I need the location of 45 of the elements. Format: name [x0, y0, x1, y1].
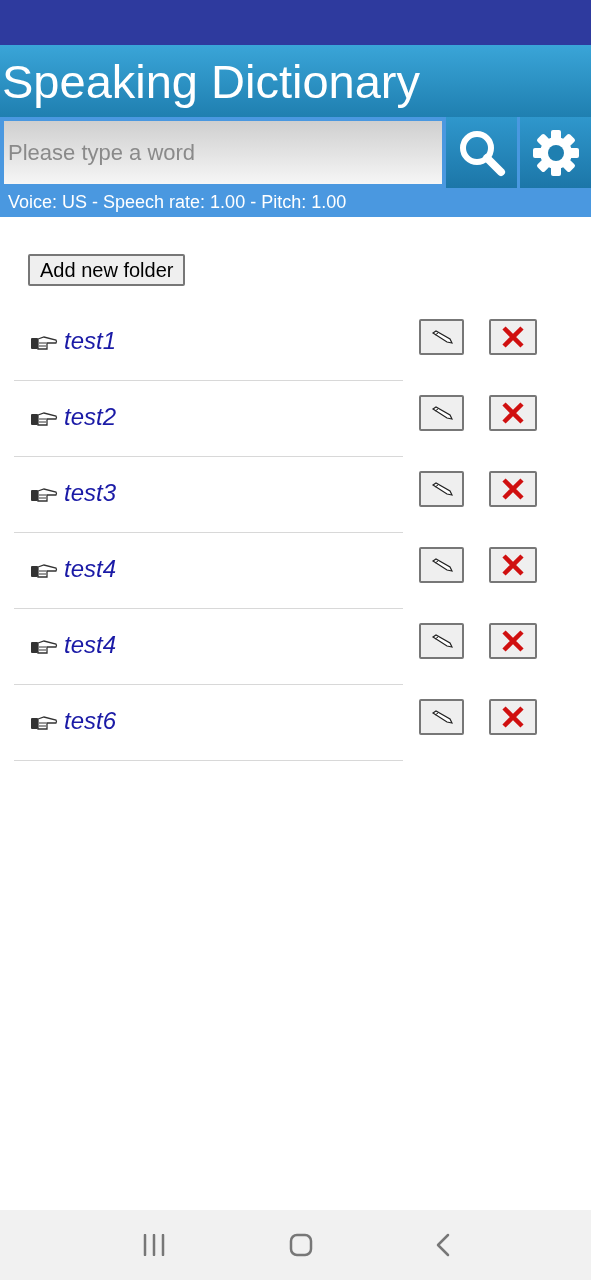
pencil-icon: [430, 634, 453, 648]
home-icon[interactable]: [288, 1233, 313, 1257]
recents-icon[interactable]: [141, 1234, 166, 1256]
close-icon: [501, 629, 525, 653]
pointing-hand-icon: [30, 713, 58, 732]
edit-button[interactable]: [419, 395, 464, 431]
delete-button[interactable]: [489, 547, 537, 583]
pencil-icon: [430, 406, 453, 420]
pencil-icon: [430, 482, 453, 496]
settings-button[interactable]: [520, 117, 591, 188]
pointing-hand-icon: [30, 561, 58, 580]
pointing-hand-icon: [30, 485, 58, 504]
folder-link[interactable]: test2: [64, 402, 117, 431]
search-field[interactable]: Please type a word: [4, 121, 442, 184]
folder-link[interactable]: test1: [64, 326, 117, 355]
delete-button[interactable]: [489, 699, 537, 735]
pencil-icon: [430, 710, 453, 724]
delete-button[interactable]: [489, 623, 537, 659]
delete-button[interactable]: [489, 319, 537, 355]
close-icon: [501, 325, 525, 349]
close-icon: [501, 553, 525, 577]
delete-button[interactable]: [489, 395, 537, 431]
edit-button[interactable]: [419, 319, 464, 355]
settings-icon: [530, 127, 581, 178]
edit-button[interactable]: [419, 471, 464, 507]
close-icon: [501, 705, 525, 729]
pointing-hand-icon: [30, 409, 58, 428]
folder-link[interactable]: test3: [64, 478, 117, 507]
edit-button[interactable]: [419, 547, 464, 583]
pointing-hand-icon: [30, 637, 58, 656]
edit-button[interactable]: [419, 699, 464, 735]
folder-link[interactable]: test6: [64, 706, 117, 735]
pencil-icon: [430, 558, 453, 572]
pencil-icon: [430, 330, 453, 344]
edit-button[interactable]: [419, 623, 464, 659]
folder-link[interactable]: test4: [64, 630, 117, 659]
folder-link[interactable]: test4: [64, 554, 117, 583]
settings-info: Voice: US - Speech rate: 1.00 - Pitch: 1.00: [0, 188, 591, 217]
close-icon: [501, 477, 525, 501]
pointing-hand-icon: [30, 333, 58, 352]
search-button[interactable]: [446, 117, 517, 188]
close-icon: [501, 401, 525, 425]
add-folder-button[interactable]: Add new folder: [28, 254, 186, 286]
delete-button[interactable]: [489, 471, 537, 507]
back-icon[interactable]: [435, 1233, 450, 1257]
